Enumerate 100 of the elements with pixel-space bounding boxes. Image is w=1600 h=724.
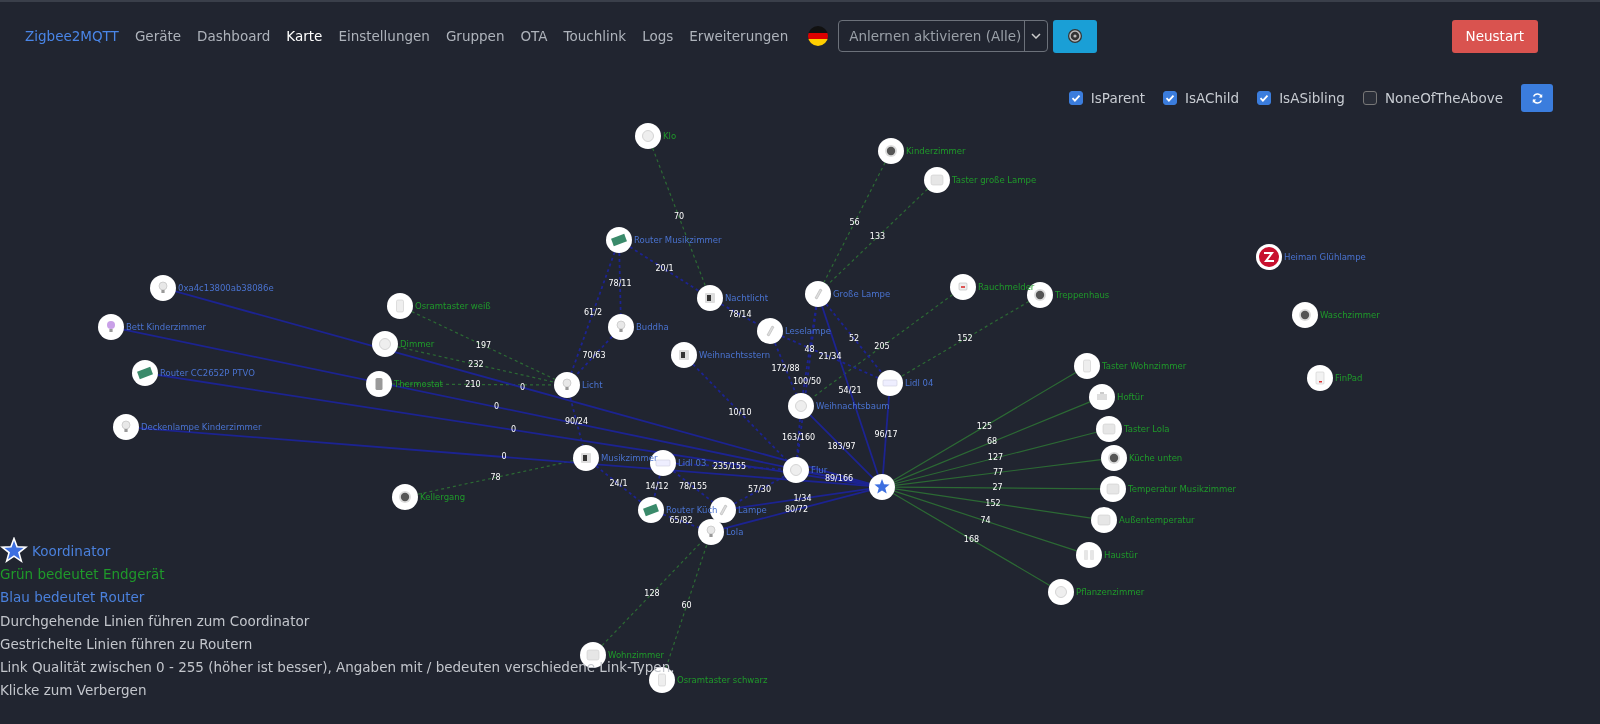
link-label: 152 [957, 334, 973, 343]
device-node [366, 371, 392, 397]
link-label: 74 [980, 516, 991, 525]
device-label: Kinderzimmer [906, 146, 966, 156]
checkbox-label[interactable]: IsASibling [1279, 90, 1345, 106]
device-node [671, 342, 697, 368]
device-label: Lampe [738, 505, 767, 515]
device-node [878, 138, 904, 164]
nav-link[interactable]: Touchlink [563, 28, 627, 44]
legend-text[interactable]: Blau bedeutet Router [0, 589, 145, 606]
link-label: 10/10 [728, 407, 752, 417]
device-node [1089, 384, 1115, 410]
device-node [1074, 353, 1100, 379]
device-label: Hoftür [1117, 392, 1144, 402]
refresh-button[interactable] [1521, 84, 1553, 112]
checkbox[interactable] [1257, 91, 1272, 105]
device-node [606, 227, 632, 253]
device-label: Küche unten [1129, 453, 1183, 463]
link-label: 56 [849, 217, 860, 227]
link-label: 0 [510, 425, 517, 434]
legend-text[interactable]: Klicke zum Verbergen [0, 682, 147, 699]
nav-link[interactable]: Erweiterungen [689, 28, 789, 44]
link-label: 61/2 [584, 307, 602, 317]
checkbox[interactable] [1362, 91, 1377, 105]
legend-text[interactable]: Durchgehende Linien führen zum Coordinator [0, 612, 310, 629]
link-label: 78/155 [678, 481, 708, 491]
device-node [924, 167, 950, 193]
checkbox[interactable] [1163, 91, 1178, 105]
device-label: Router CC2652P PTVO [160, 368, 255, 378]
nav-link[interactable]: Einstellungen [338, 28, 430, 44]
device-node [608, 314, 634, 340]
nav-link[interactable]: OTA [520, 28, 548, 44]
link-label: 235/155 [712, 461, 747, 471]
link-label: 27 [992, 483, 1003, 492]
device-node [635, 123, 661, 149]
device-label: Weihnachtsstern [699, 350, 771, 360]
device-label: Große Lampe [833, 289, 891, 299]
device-label: Taster Lola [1124, 424, 1170, 434]
link-label: 127 [987, 453, 1004, 462]
device-node [950, 274, 976, 300]
nav-link[interactable]: Geräte [134, 28, 182, 44]
device-label: Lidl 03 [678, 458, 707, 468]
star-icon [0, 536, 28, 565]
device-node [788, 393, 814, 419]
device-label: Router Musikzimmer [634, 235, 722, 245]
device-label: Deckenlampe Kinderzimmer [141, 422, 262, 432]
checkbox-label[interactable]: IsAChild [1185, 90, 1240, 106]
flag-icon[interactable] [808, 26, 829, 46]
device-node [698, 519, 724, 545]
checkbox-label[interactable]: NoneOfTheAbove [1384, 90, 1503, 106]
restart-button[interactable]: Neustart [1451, 19, 1538, 53]
link-label: 24/1 [609, 479, 628, 488]
check-icon [1258, 92, 1271, 104]
legend-text[interactable]: Grün bedeutet Endgerät [0, 565, 165, 582]
link-label: 70/63 [582, 351, 606, 360]
link-label: 21/34 [818, 352, 842, 361]
device-label: Treppenhaus [1055, 290, 1110, 300]
checkbox-label[interactable]: IsParent [1090, 90, 1146, 106]
link-label: 90/24 [564, 416, 589, 426]
device-node [1292, 302, 1318, 328]
device-label: Pflanzenzimmer [1076, 587, 1145, 597]
link-label: 54/21 [838, 385, 862, 395]
device-node [1307, 365, 1333, 391]
link-label: 70 [673, 212, 685, 221]
checkbox[interactable] [1068, 91, 1083, 105]
device-label: Leselampe [785, 326, 831, 336]
nav-link[interactable]: Karte [286, 28, 323, 44]
nav-link[interactable]: Dashboard [197, 28, 271, 44]
device-label: Haustür [1104, 550, 1138, 560]
device-node [805, 281, 831, 307]
device-label: Temperatur Musikzimmer [1128, 484, 1237, 494]
check-icon [1164, 92, 1177, 104]
permit-join-select[interactable]: Anlernen aktivieren (Alle) [838, 20, 1049, 52]
coordinator-node [869, 474, 895, 500]
device-node [877, 370, 903, 396]
device-node [1100, 476, 1126, 502]
device-label: Außentemperatur [1119, 515, 1195, 525]
device-label: FinPad [1335, 373, 1363, 383]
link-label: 125 [976, 421, 993, 431]
link-label: 210 [465, 379, 481, 389]
device-label: Bett Kinderzimmer [126, 322, 206, 332]
device-label: Osramtaster weiß [415, 301, 491, 311]
legend-text[interactable]: Gestrichelte Linien führen zu Routern [0, 635, 253, 652]
link-label: 57/30 [747, 485, 772, 494]
device-node [1096, 416, 1122, 442]
link-label: 205 [874, 341, 890, 351]
brand-link[interactable]: Zigbee2MQTT [25, 28, 119, 44]
device-node [783, 457, 809, 483]
device-node [1101, 445, 1127, 471]
link-label: 77 [992, 467, 1004, 477]
nav-link[interactable]: Logs [642, 28, 674, 44]
legend-text[interactable]: Koordinator [32, 542, 111, 559]
link-label: 1/34 [793, 493, 812, 503]
link-label: 172/88 [771, 363, 800, 373]
link-label: 0 [519, 382, 526, 392]
legend-text[interactable]: Link Qualität zwischen 0 - 255 (höher ist besser), Angaben mit / bedeuten verschiedene Link-Typen. [0, 659, 675, 676]
link-label: 80/72 [784, 504, 809, 514]
nav-link[interactable]: Gruppen [445, 28, 505, 44]
device-node [387, 293, 413, 319]
device-label: Lola [726, 527, 744, 537]
